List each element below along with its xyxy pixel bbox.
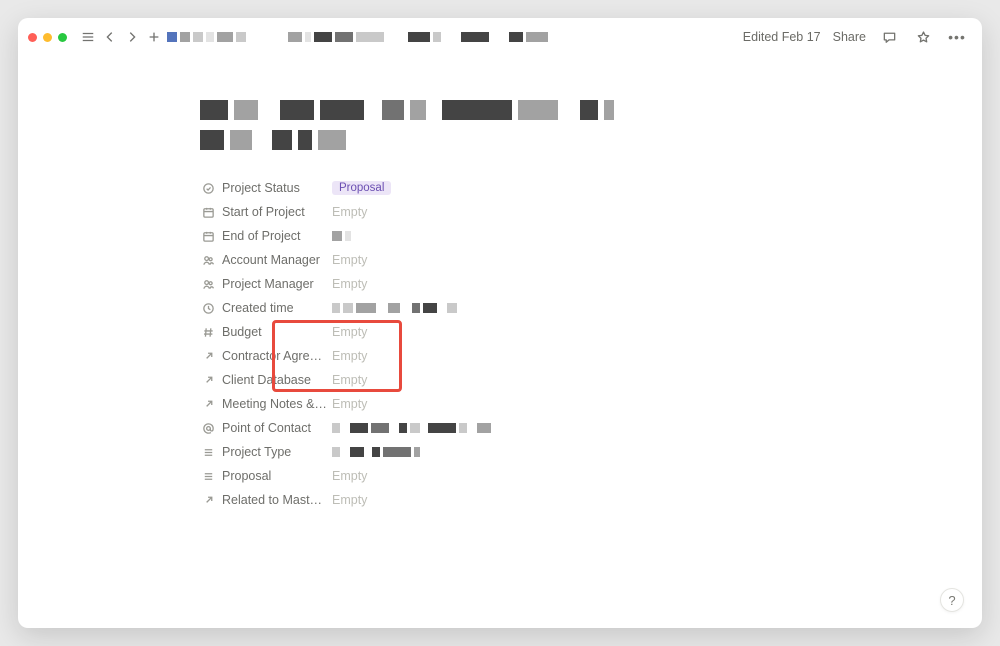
property-row: Start of Project Empty xyxy=(200,200,800,224)
properties-list: Project Status Proposal Start of Project Em… xyxy=(200,176,800,512)
property-name[interactable]: Point of Contact xyxy=(200,420,330,436)
property-value[interactable] xyxy=(330,417,800,439)
history-back-button[interactable] xyxy=(99,26,121,48)
property-value[interactable] xyxy=(330,441,800,463)
property-name-text: End of Project xyxy=(222,229,301,243)
edited-timestamp[interactable]: Edited Feb 17 xyxy=(743,30,821,44)
chevron-right-icon xyxy=(125,30,139,44)
star-icon xyxy=(916,30,931,45)
property-name-text: Project Type xyxy=(222,445,291,459)
property-name[interactable]: Meeting Notes &… xyxy=(200,396,330,412)
property-name-text: Point of Contact xyxy=(222,421,311,435)
property-value[interactable]: Empty xyxy=(330,345,800,367)
topbar: Edited Feb 17 Share ••• xyxy=(18,18,982,56)
property-row: Meeting Notes &…Empty xyxy=(200,392,800,416)
property-value[interactable] xyxy=(330,297,800,319)
comment-icon xyxy=(882,30,897,45)
hamburger-icon xyxy=(81,30,95,44)
history-forward-button[interactable] xyxy=(121,26,143,48)
property-value[interactable]: Empty xyxy=(330,393,800,415)
property-name[interactable]: Project Manager xyxy=(200,276,330,292)
property-name-text: Project Status xyxy=(222,181,300,195)
property-value[interactable]: Empty xyxy=(330,321,800,343)
property-value[interactable]: Empty xyxy=(330,249,800,271)
maximize-window-icon[interactable] xyxy=(58,33,67,42)
property-name[interactable]: Proposal xyxy=(200,468,330,484)
property-name[interactable]: End of Project xyxy=(200,228,330,244)
property-value[interactable]: Empty xyxy=(330,369,800,391)
chevron-left-icon xyxy=(103,30,117,44)
page-scroll[interactable]: Project Status Proposal Start of Project Em… xyxy=(18,56,982,628)
property-name-text: Account Manager xyxy=(222,253,320,267)
property-row: Proposal Empty xyxy=(200,464,800,488)
property-row: Point of Contact xyxy=(200,416,800,440)
property-name[interactable]: Related to Maste… xyxy=(200,492,330,508)
sidebar-toggle-button[interactable] xyxy=(77,26,99,48)
breadcrumb[interactable] xyxy=(167,32,548,42)
property-name[interactable]: Client Database xyxy=(200,372,330,388)
property-name-text: Meeting Notes &… xyxy=(222,397,327,411)
more-options-button[interactable]: ••• xyxy=(946,26,968,48)
property-row: Project Manager Empty xyxy=(200,272,800,296)
property-row: Created time xyxy=(200,296,800,320)
property-value[interactable] xyxy=(330,225,800,247)
property-row: Account Manager Empty xyxy=(200,248,800,272)
share-button[interactable]: Share xyxy=(833,30,866,44)
window-traffic-lights xyxy=(28,33,67,42)
status-tag: Proposal xyxy=(332,181,391,195)
new-page-button[interactable] xyxy=(143,26,165,48)
property-row: End of Project xyxy=(200,224,800,248)
favorite-button[interactable] xyxy=(912,26,934,48)
comments-button[interactable] xyxy=(878,26,900,48)
property-name[interactable]: Contractor Agre… xyxy=(200,348,330,364)
property-name[interactable]: Budget xyxy=(200,324,330,340)
property-value[interactable]: Empty xyxy=(330,201,800,223)
app-window: Edited Feb 17 Share ••• xyxy=(18,18,982,628)
property-name-text: Project Manager xyxy=(222,277,314,291)
topbar-right: Edited Feb 17 Share ••• xyxy=(743,26,968,48)
page-title[interactable] xyxy=(200,100,800,150)
property-name-text: Budget xyxy=(222,325,262,339)
property-name-text: Proposal xyxy=(222,469,271,483)
property-row: Client Database Empty xyxy=(200,368,800,392)
property-name-text: Created time xyxy=(222,301,294,315)
minimize-window-icon[interactable] xyxy=(43,33,52,42)
property-name[interactable]: Project Type xyxy=(200,444,330,460)
property-row: Related to Maste…Empty xyxy=(200,488,800,512)
property-name-text: Start of Project xyxy=(222,205,305,219)
help-button[interactable]: ? xyxy=(940,588,964,612)
property-value[interactable]: Proposal xyxy=(330,177,800,199)
property-name[interactable]: Created time xyxy=(200,300,330,316)
property-row: Contractor Agre… Empty xyxy=(200,344,800,368)
property-value[interactable]: Empty xyxy=(330,465,800,487)
property-row: Project Type xyxy=(200,440,800,464)
property-row: Budget Empty xyxy=(200,320,800,344)
property-name[interactable]: Project Status xyxy=(200,180,330,196)
close-window-icon[interactable] xyxy=(28,33,37,42)
property-name-text: Contractor Agre… xyxy=(222,349,322,363)
property-name-text: Client Database xyxy=(222,373,311,387)
property-value[interactable]: Empty xyxy=(330,273,800,295)
property-row: Project Status Proposal xyxy=(200,176,800,200)
ellipsis-icon: ••• xyxy=(948,29,966,45)
property-name[interactable]: Account Manager xyxy=(200,252,330,268)
plus-icon xyxy=(147,30,161,44)
property-name[interactable]: Start of Project xyxy=(200,204,330,220)
property-name-text: Related to Maste… xyxy=(222,493,328,507)
page-content: Project Status Proposal Start of Project Em… xyxy=(180,100,820,512)
property-value[interactable]: Empty xyxy=(330,489,800,511)
